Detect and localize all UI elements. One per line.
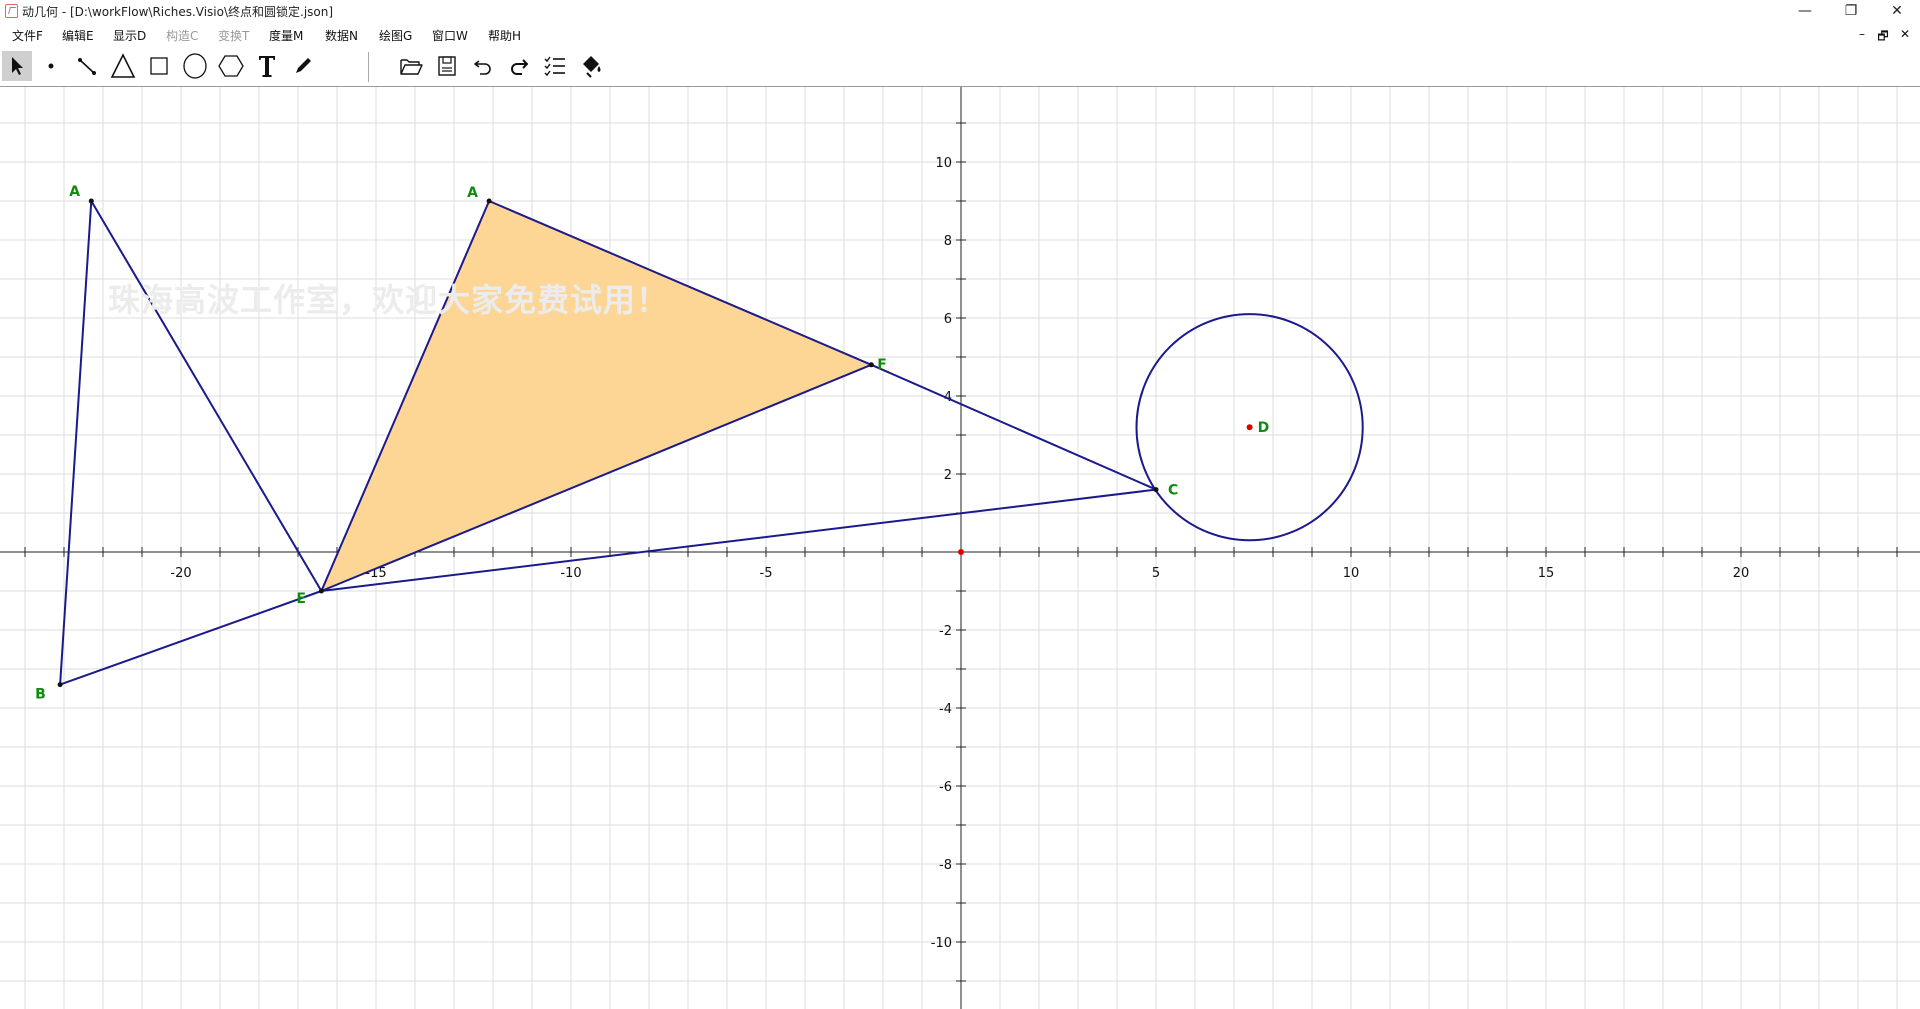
- menu-data[interactable]: 数据N: [325, 27, 358, 44]
- point-dot[interactable]: [88, 198, 94, 204]
- axes: [0, 87, 1920, 1009]
- menu-transform[interactable]: 变换T: [218, 27, 249, 44]
- y-tick-label: -10: [931, 936, 952, 951]
- open-folder-icon[interactable]: [396, 51, 426, 81]
- point-dot[interactable]: [868, 362, 874, 368]
- menu-window[interactable]: 窗口W: [432, 27, 468, 44]
- paint-bucket-icon[interactable]: [576, 51, 606, 81]
- app-icon: [5, 4, 18, 18]
- segment-icon[interactable]: [72, 51, 102, 81]
- point-dot[interactable]: [1246, 424, 1253, 431]
- menu-help[interactable]: 帮助H: [488, 27, 521, 44]
- mdi-restore-button[interactable]: 🗗: [1874, 27, 1892, 48]
- point-label-b: B: [35, 687, 46, 703]
- close-button[interactable]: ✕: [1874, 0, 1920, 22]
- point-dot[interactable]: [486, 198, 492, 204]
- point-dot[interactable]: [318, 588, 324, 594]
- x-tick-label: -10: [560, 566, 581, 581]
- menu-draw[interactable]: 绘图G: [379, 27, 412, 44]
- mdi-close-button[interactable]: ✕: [1896, 27, 1914, 41]
- y-tick-label: 8: [944, 234, 952, 249]
- y-tick-label: -2: [939, 624, 952, 639]
- title-bar: 动几何 - [D:\workFlow\Riches.Visio\终点和圆锁定.j…: [0, 0, 1920, 22]
- segment[interactable]: [870, 363, 1157, 491]
- point-label-a1: A: [69, 184, 80, 200]
- x-tick-label: 15: [1538, 566, 1555, 581]
- x-tick-label: -20: [170, 566, 191, 581]
- redo-icon[interactable]: [504, 51, 534, 81]
- checklist-icon[interactable]: [540, 51, 570, 81]
- restore-button[interactable]: ❐: [1828, 0, 1874, 22]
- y-tick-label: 10: [935, 156, 952, 171]
- text-tool-icon[interactable]: [252, 51, 282, 81]
- y-tick-label: -4: [939, 702, 952, 717]
- point-label-f: F: [877, 357, 887, 373]
- mdi-minimize-button[interactable]: –: [1853, 27, 1871, 41]
- y-tick-label: -6: [939, 780, 952, 795]
- point-dot[interactable]: [57, 682, 63, 688]
- menu-display[interactable]: 显示D: [113, 27, 146, 44]
- y-tick-label: 2: [944, 468, 952, 483]
- window-title: 动几何 - [D:\workFlow\Riches.Visio\终点和圆锁定.j…: [22, 5, 334, 19]
- menu-construct[interactable]: 构造C: [166, 27, 198, 44]
- x-tick-label: 5: [1152, 566, 1160, 581]
- hexagon-icon[interactable]: [216, 51, 246, 81]
- menu-bar: 文件F 编辑E 显示D 构造C 变换T 度量M 数据N 绘图G 窗口W 帮助H: [0, 22, 1920, 46]
- y-tick-label: 6: [944, 312, 952, 327]
- x-tick-label: 20: [1733, 566, 1750, 581]
- grid-lines: [0, 87, 1920, 1009]
- y-tick-labels: 10 8 6 4 2 -2 -4 -6 -8 -10: [931, 156, 952, 951]
- x-tick-label: 10: [1343, 566, 1360, 581]
- segment[interactable]: [59, 200, 93, 685]
- menu-edit[interactable]: 编辑E: [62, 27, 94, 44]
- geometry-canvas[interactable]: -20 -15 -10 -5 5 10 15 20 10 8 6 4 2 -2 …: [0, 86, 1920, 1009]
- circle-icon[interactable]: [180, 51, 210, 81]
- undo-icon[interactable]: [468, 51, 498, 81]
- rectangle-icon[interactable]: [144, 51, 174, 81]
- toolbar: [0, 48, 1920, 86]
- pencil-icon[interactable]: [288, 51, 318, 81]
- segment[interactable]: [59, 590, 322, 686]
- point-label-d: D: [1258, 420, 1270, 436]
- menu-file[interactable]: 文件F: [12, 27, 43, 44]
- origin-point[interactable]: [958, 549, 964, 555]
- x-tick-label: -5: [760, 566, 773, 581]
- toolbar-separator: [368, 52, 369, 82]
- triangle-icon[interactable]: [108, 51, 138, 81]
- point-label-e: E: [296, 591, 306, 607]
- point-dot[interactable]: [1153, 487, 1159, 493]
- select-arrow-icon[interactable]: [2, 51, 32, 81]
- menu-measure[interactable]: 度量M: [269, 27, 303, 44]
- save-icon[interactable]: [432, 51, 462, 81]
- point-label-a2: A: [467, 185, 478, 201]
- point-icon[interactable]: [36, 51, 66, 81]
- minimize-button[interactable]: —: [1782, 0, 1828, 22]
- point-label-c: C: [1168, 483, 1178, 499]
- y-tick-label: -8: [939, 858, 952, 873]
- x-tick-labels: -20 -15 -10 -5 5 10 15 20: [170, 566, 1749, 581]
